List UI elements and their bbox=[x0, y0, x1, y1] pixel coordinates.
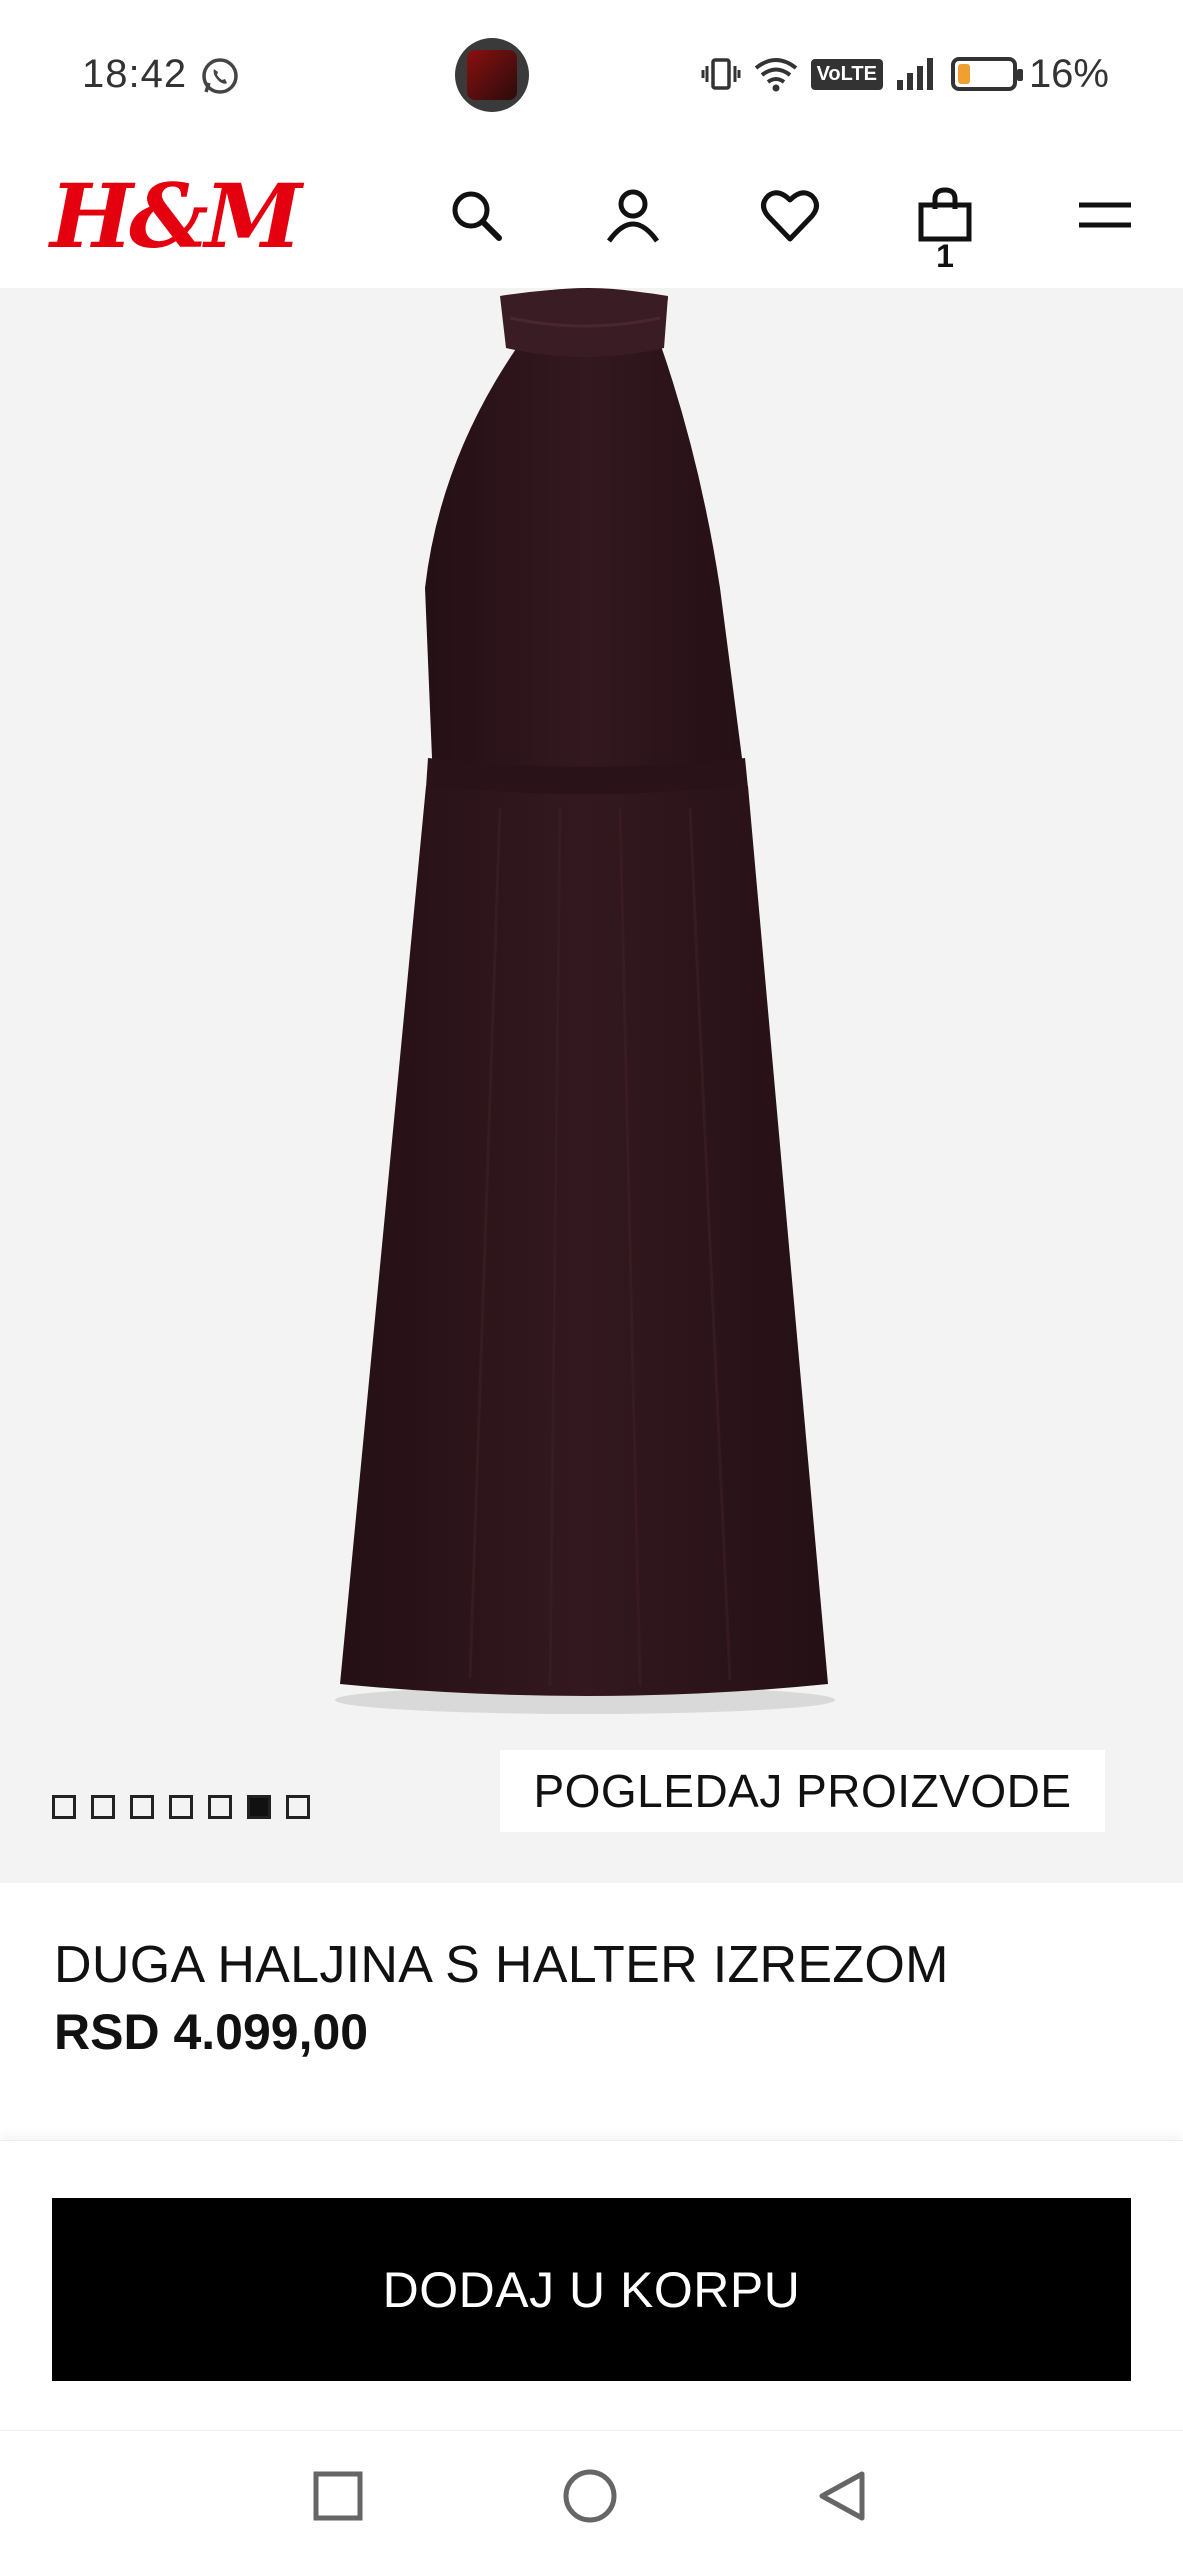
hm-logo[interactable]: H&M bbox=[50, 164, 302, 268]
bag-count-badge: 1 bbox=[936, 238, 954, 274]
gallery-pagination bbox=[52, 1795, 310, 1819]
search-icon[interactable] bbox=[441, 180, 511, 250]
account-icon[interactable] bbox=[598, 180, 668, 250]
product-price: RSD 4.099,00 bbox=[54, 2004, 369, 2060]
view-products-button[interactable]: POGLEDAJ PROIZVODE bbox=[500, 1750, 1105, 1832]
menu-icon[interactable] bbox=[1070, 180, 1140, 250]
vibrate-icon bbox=[701, 58, 741, 90]
gallery-dot[interactable] bbox=[52, 1795, 76, 1819]
gallery-dot-active[interactable] bbox=[247, 1795, 271, 1819]
site-header: H&M 1 bbox=[0, 150, 1183, 288]
gallery-dot[interactable] bbox=[286, 1795, 310, 1819]
gallery-dot[interactable] bbox=[91, 1795, 115, 1819]
recents-square-icon[interactable] bbox=[308, 2466, 368, 2526]
battery-percent: 16% bbox=[1028, 51, 1109, 96]
battery-icon bbox=[950, 57, 1023, 91]
back-triangle-icon[interactable] bbox=[812, 2466, 872, 2526]
app-notification-avatar bbox=[455, 38, 529, 112]
gallery-dot[interactable] bbox=[208, 1795, 232, 1819]
product-title: DUGA HALJINA S HALTER IZREZOM bbox=[54, 1936, 949, 1994]
status-time: 18:42 bbox=[82, 52, 188, 96]
add-to-cart-button[interactable]: DODAJ U KORPU bbox=[52, 2198, 1131, 2381]
product-image-gallery[interactable]: POGLEDAJ PROIZVODE bbox=[0, 288, 1183, 1883]
gallery-dot[interactable] bbox=[169, 1795, 193, 1819]
heart-icon[interactable] bbox=[755, 180, 825, 250]
gallery-dot[interactable] bbox=[130, 1795, 154, 1819]
system-nav-bar bbox=[0, 2430, 1183, 2560]
whatsapp-icon bbox=[202, 58, 238, 94]
add-to-cart-bar: DODAJ U KORPU bbox=[0, 2140, 1183, 2430]
home-circle-icon[interactable] bbox=[560, 2466, 620, 2526]
volte-icon: VoLTE bbox=[810, 58, 883, 90]
wifi-icon bbox=[754, 58, 797, 92]
status-bar: 18:42 VoLTE 16% bbox=[0, 0, 1183, 150]
status-icons: VoLTE 16% bbox=[701, 50, 1109, 98]
product-dress-image bbox=[335, 288, 835, 1714]
signal-icon bbox=[896, 58, 933, 90]
